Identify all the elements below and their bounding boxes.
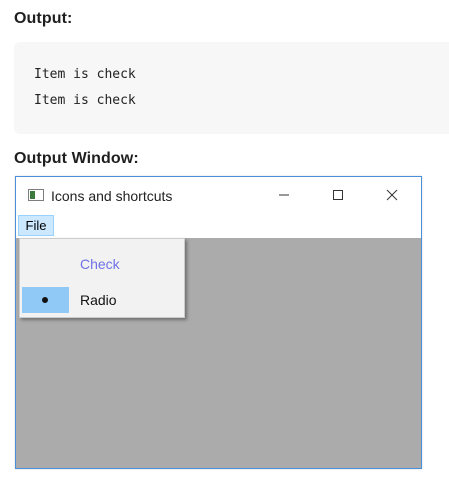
output-code-block: Item is check Item is check <box>14 42 449 134</box>
output-heading: Output: <box>14 10 73 27</box>
radio-dot-icon <box>42 297 48 303</box>
maximize-button[interactable] <box>318 181 358 209</box>
output-line: Item is check <box>34 93 136 108</box>
output-window-heading: Output Window: <box>14 150 139 167</box>
menu-bar: File <box>16 213 421 238</box>
menu-item-label: Radio <box>80 292 117 308</box>
close-icon <box>386 189 398 201</box>
output-line: Item is check <box>34 67 136 82</box>
menu-item-label: Check <box>80 256 120 272</box>
close-button[interactable] <box>372 181 412 209</box>
maximize-icon <box>333 190 343 200</box>
window-title: Icons and shortcuts <box>51 188 173 204</box>
app-window: Icons and shortcuts File Check Radio <box>15 176 422 469</box>
file-dropdown-menu: Check Radio <box>19 238 185 318</box>
menu-file[interactable]: File <box>18 215 54 236</box>
app-window-icon <box>28 189 44 201</box>
menu-item-radio[interactable]: Radio <box>20 287 184 313</box>
title-bar[interactable]: Icons and shortcuts <box>16 177 421 213</box>
minimize-button[interactable] <box>264 181 304 209</box>
minimize-icon <box>279 194 289 196</box>
page: Output: Item is check Item is check Outp… <box>0 0 449 482</box>
radio-selected-indicator <box>22 287 69 313</box>
menu-item-check[interactable]: Check <box>20 251 184 277</box>
